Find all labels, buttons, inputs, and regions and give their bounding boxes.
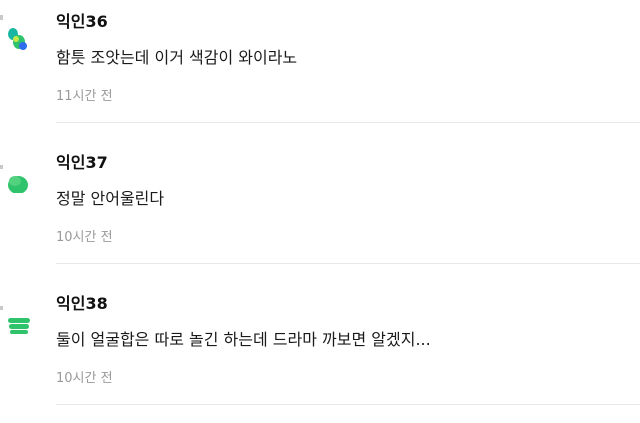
- comment-author[interactable]: 익인37: [56, 150, 108, 176]
- divider: [56, 404, 640, 405]
- divider: [56, 122, 640, 123]
- green-blob-avatar-icon[interactable]: [0, 151, 34, 194]
- comment-list: 익인36 함틋 조앗는데 이거 색감이 와이라노 11시간 전 익인37 정말 …: [0, 0, 640, 408]
- divider: [56, 263, 640, 264]
- comment-text: 함틋 조앗는데 이거 색감이 와이라노: [56, 48, 298, 67]
- comment-timestamp: 10시간 전: [56, 371, 113, 386]
- comment-item: 익인37 정말 안어울린다 10시간 전: [0, 141, 640, 282]
- comment-text: 정말 안어울린다: [56, 189, 165, 208]
- comment-item: 익인38 둘이 얼굴합은 따로 놀긴 하는데 드라마 까보면 알겠지... 10…: [0, 282, 640, 423]
- comment-timestamp: 10시간 전: [56, 230, 113, 245]
- colorful-dots-avatar-icon[interactable]: [0, 10, 34, 52]
- comment-text: 둘이 얼굴합은 따로 놀긴 하는데 드라마 까보면 알겠지...: [56, 330, 431, 349]
- comment-item: 익인36 함틋 조앗는데 이거 색감이 와이라노 11시간 전: [0, 0, 640, 141]
- comment-timestamp: 11시간 전: [56, 89, 113, 104]
- comment-author[interactable]: 익인36: [56, 9, 108, 35]
- comment-author[interactable]: 익인38: [56, 291, 108, 317]
- green-stack-avatar-icon[interactable]: [0, 292, 34, 334]
